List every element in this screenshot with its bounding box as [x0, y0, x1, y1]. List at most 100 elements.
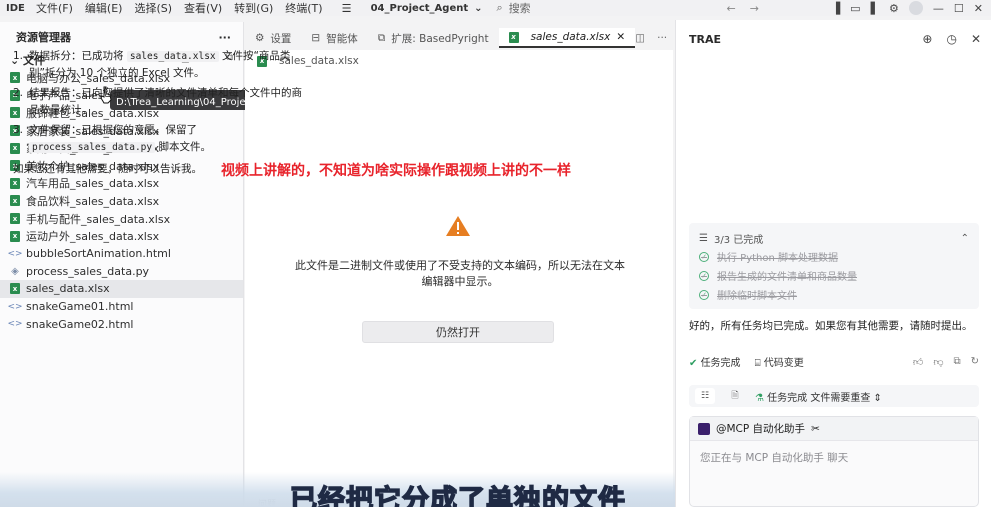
item-text: 脚本文件。: [158, 141, 211, 153]
todo-label: 删除临时脚本文件: [717, 291, 797, 302]
mode-bar: ☷ 🗎 ⚗ 任务完成 文件需要重查 ⇕: [689, 385, 979, 407]
todo-item: ✓ 删除临时脚本文件: [699, 285, 969, 304]
doc-mode-icon[interactable]: 🗎: [725, 388, 745, 404]
split-editor-icon[interactable]: ◫: [635, 32, 645, 44]
item-text: 数据拆分：已成功将: [29, 50, 124, 62]
tab-label: 设置: [270, 32, 292, 45]
code-icon: ⌸: [754, 358, 764, 369]
close-icon[interactable]: ✕: [971, 32, 981, 46]
mcp-icon: [698, 422, 710, 435]
retry-icon[interactable]: ↻: [971, 356, 979, 368]
more-icon[interactable]: ···: [657, 32, 667, 44]
code-changes-button[interactable]: ⌸ 代码变更: [755, 354, 804, 369]
file-tree-item[interactable]: x 食品饮料_sales_data.xlsx: [0, 192, 243, 210]
tab-sales-data[interactable]: x sales_data.xlsx ✕: [498, 28, 636, 48]
thumbs-down-icon[interactable]: 👎︎: [933, 356, 943, 368]
xlsx-icon: x: [10, 283, 20, 295]
list-item: 3. 文件保留：已根据您的意愿，保留了 process_sales_data.py…: [13, 122, 309, 156]
check-circle-icon: ✔: [689, 358, 701, 369]
file-tree-item[interactable]: <> bubbleSortAnimation.html: [0, 245, 243, 263]
tab-extension[interactable]: ⧉ 扩展: BasedPyright: [368, 28, 499, 48]
todo-title: 3/3 已完成: [713, 234, 764, 246]
avatar[interactable]: [908, 1, 923, 15]
tab-label: 扩展: BasedPyright: [391, 32, 489, 45]
open-anyway-button[interactable]: 仍然打开: [362, 321, 554, 343]
menu-bar: IDE 文件(F) 编辑(E) 选择(S) 查看(V) 转到(G) 终端(T) …: [0, 0, 991, 16]
menu-terminal[interactable]: 终端(T): [279, 0, 328, 16]
gear-icon: ⚙: [255, 32, 265, 44]
task-mode-label: 任务完成 文件需要重查: [767, 392, 871, 404]
checklist-icon: ☰: [699, 232, 708, 244]
follow-up-text: 如果您还有其他需要，随时可以告诉我。: [13, 163, 202, 175]
layout-right-icon[interactable]: ▌: [871, 2, 879, 15]
inline-code: process_sales_data.py: [29, 142, 156, 153]
file-name: 运动户外_sales_data.xlsx: [26, 230, 160, 244]
tab-agent[interactable]: ⊟ 智能体: [301, 28, 367, 48]
xlsx-icon: x: [508, 31, 519, 43]
list-mode-icon[interactable]: ☷: [695, 388, 715, 404]
menu-file[interactable]: 文件(F): [30, 0, 79, 16]
layout-bottom-icon[interactable]: ▭: [850, 2, 860, 15]
copy-icon[interactable]: ⧉: [953, 356, 960, 368]
binary-file-message: 此文件是二进制文件或使用了不受支持的文本编码，所以无法在文本 编辑器中显示。: [290, 258, 630, 290]
history-icon[interactable]: ◷: [946, 32, 956, 46]
menu-select[interactable]: 选择(S): [128, 0, 178, 16]
panel-header: TRAE ⊕ ◷ ✕: [676, 20, 991, 58]
item-number: 1.: [13, 50, 24, 62]
tab-settings[interactable]: ⚙ 设置: [245, 28, 301, 48]
close-icon[interactable]: ✕: [974, 2, 983, 15]
todo-item: ✓ 报告生成的文件清单和商品数量: [699, 266, 969, 285]
chat-message: 1. 数据拆分：已成功将 sales_data.xlsx 文件按“商品类别”拆分…: [13, 48, 309, 178]
editor-tabbar: ⚙ 设置 ⊟ 智能体 ⧉ 扩展: BasedPyright x sales_da…: [245, 28, 673, 48]
file-tree-item[interactable]: x sales_data.xlsx: [0, 280, 243, 298]
file-tree-item[interactable]: ◈ process_sales_data.py: [0, 263, 243, 281]
tab-label: sales_data.xlsx: [530, 31, 611, 43]
file-tree-item[interactable]: x 手机与配件_sales_data.xlsx: [0, 210, 243, 228]
xlsx-icon: x: [10, 230, 20, 242]
file-name: snakeGame01.html: [26, 300, 134, 314]
extensions-icon: ⧉: [377, 31, 386, 44]
inline-code: sales_data.xlsx: [126, 51, 219, 62]
file-tree-item[interactable]: x 运动户外_sales_data.xlsx: [0, 227, 243, 245]
back-arrow-icon[interactable]: ←: [727, 2, 736, 15]
collapse-icon[interactable]: ⌃: [961, 233, 969, 244]
project-name: 04_Project_Agent: [370, 2, 469, 14]
file-tree-item[interactable]: <> snakeGame01.html: [0, 298, 243, 316]
maximize-icon[interactable]: ☐: [954, 2, 964, 15]
tools-icon[interactable]: ✂: [811, 423, 820, 435]
item-number: 3.: [13, 124, 24, 136]
menu-edit[interactable]: 编辑(E): [79, 0, 129, 16]
project-selector[interactable]: 04_Project_Agent ⌄: [371, 3, 483, 14]
task-status-label: 任务完成: [700, 358, 741, 369]
task-icon: ⚗: [755, 392, 768, 404]
thumbs-up-icon[interactable]: 👍︎: [913, 356, 923, 368]
file-tree-item[interactable]: <> snakeGame02.html: [0, 315, 243, 333]
layout-left-icon[interactable]: ▐: [832, 2, 840, 15]
todo-item: ✓ 执行 Python 脚本处理数据: [699, 247, 969, 266]
hamburger-icon[interactable]: ☰: [337, 2, 357, 15]
status-row: ✔ 任务完成 ⌸ 代码变更 👍︎ 👎︎ ⧉ ↻: [689, 354, 989, 370]
more-icon[interactable]: ···: [218, 31, 231, 44]
window-controls: ▐ ▭ ▌ ⚙ — ☐ ✕: [832, 0, 991, 16]
gear-icon[interactable]: ⚙: [889, 2, 899, 15]
menu-view[interactable]: 查看(V): [178, 0, 228, 16]
search-box[interactable]: ⌕ 搜索: [497, 0, 717, 16]
new-chat-icon[interactable]: ⊕: [922, 32, 932, 46]
explorer-title: 资源管理器: [16, 31, 71, 44]
video-subtitle: 已经把它分成了单独的文件: [290, 484, 626, 507]
python-icon: ◈: [11, 265, 19, 277]
menu-goto[interactable]: 转到(G): [228, 0, 279, 16]
minimize-icon[interactable]: —: [933, 2, 944, 15]
agent-icon: ⊟: [311, 32, 321, 44]
mcp-agent-row[interactable]: @MCP 自动化助手 ✂: [690, 417, 978, 441]
todo-header[interactable]: ☰ 3/3 已完成 ⌃: [699, 229, 969, 247]
close-icon[interactable]: ✕: [616, 31, 625, 43]
chat-input[interactable]: @MCP 自动化助手 ✂ 您正在与 MCP 自动化助手 聊天: [689, 416, 979, 507]
item-text: 文件保留：已根据您的意愿，保留了: [29, 124, 197, 136]
task-mode-selector[interactable]: ⚗ 任务完成 文件需要重查 ⇕: [755, 389, 882, 404]
warning-icon: [446, 216, 470, 236]
forward-arrow-icon[interactable]: →: [750, 2, 759, 15]
input-placeholder: 您正在与 MCP 自动化助手 聊天: [700, 452, 849, 464]
item-text: 结果报告：已向您提供了清晰的文件清单和每个文件中的商品数量统计。: [29, 87, 302, 116]
task-status: ✔ 任务完成: [689, 354, 741, 369]
